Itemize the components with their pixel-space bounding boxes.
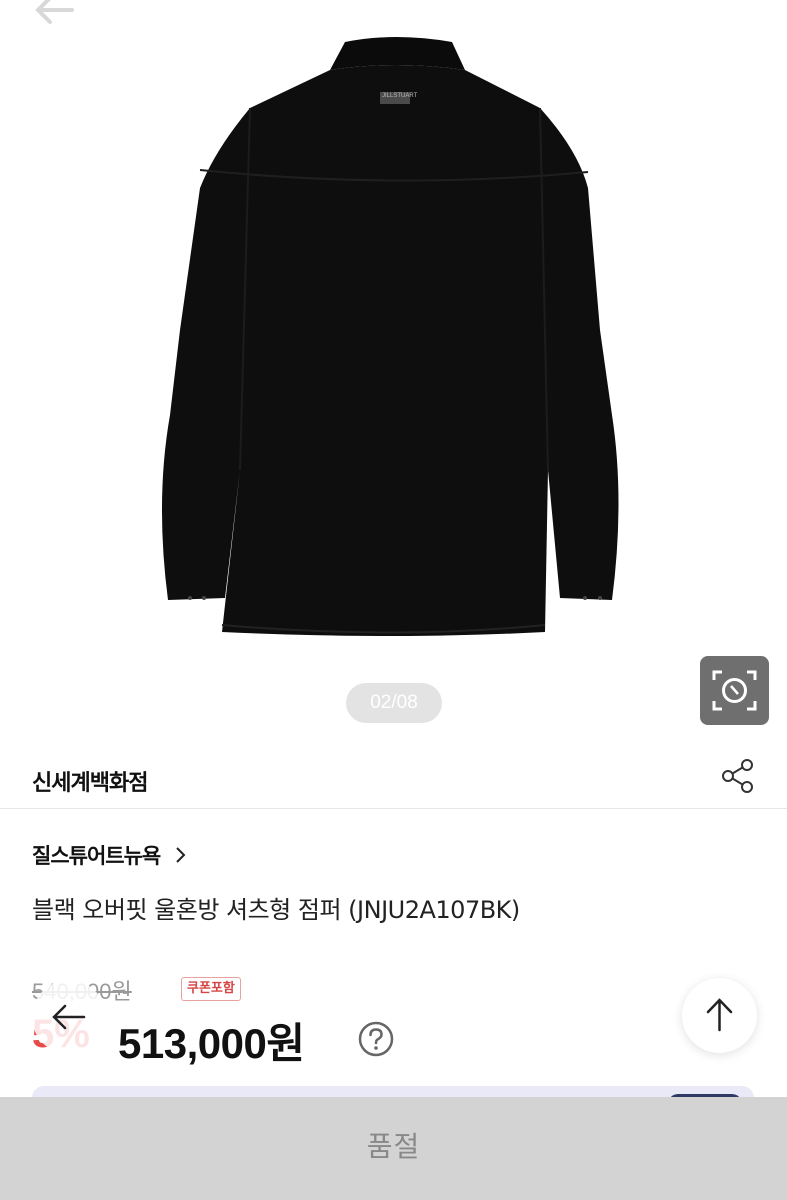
coupon-badge: 쿠폰포함: [181, 977, 241, 1001]
lens-search-button[interactable]: [700, 656, 769, 725]
product-image[interactable]: JILLSTUART: [0, 0, 787, 745]
store-name[interactable]: 신세계백화점: [32, 765, 148, 797]
camera-lens-icon: [712, 670, 757, 711]
share-button[interactable]: [718, 756, 758, 796]
history-back-button[interactable]: [32, 980, 106, 1054]
sale-price: 513,000원: [118, 1020, 305, 1067]
jacket-image: [161, 37, 619, 636]
brand-link[interactable]: 질스튜어트뉴욕: [32, 840, 188, 870]
up-arrow-icon: [706, 998, 733, 1032]
brand-name: 질스튜어트뉴욕: [32, 844, 161, 868]
product-title: 블랙 오버핏 울혼방 셔츠형 점퍼 (JNJU2A107BK): [32, 896, 520, 924]
left-arrow-icon: [52, 1004, 86, 1030]
back-arrow-icon: [35, 0, 74, 24]
brand-tag-text: JILLSTUART: [382, 93, 418, 99]
chevron-right-icon: [176, 847, 186, 863]
back-button[interactable]: [30, 0, 80, 28]
image-page-counter: 02/08: [346, 683, 442, 723]
store-row: 신세계백화점: [0, 748, 787, 809]
soldout-button[interactable]: 품절: [0, 1097, 787, 1200]
price-help-button[interactable]: [357, 1020, 395, 1058]
share-icon: [722, 759, 753, 793]
question-mark-icon: [358, 1021, 394, 1057]
scroll-to-top-button[interactable]: [682, 978, 757, 1053]
